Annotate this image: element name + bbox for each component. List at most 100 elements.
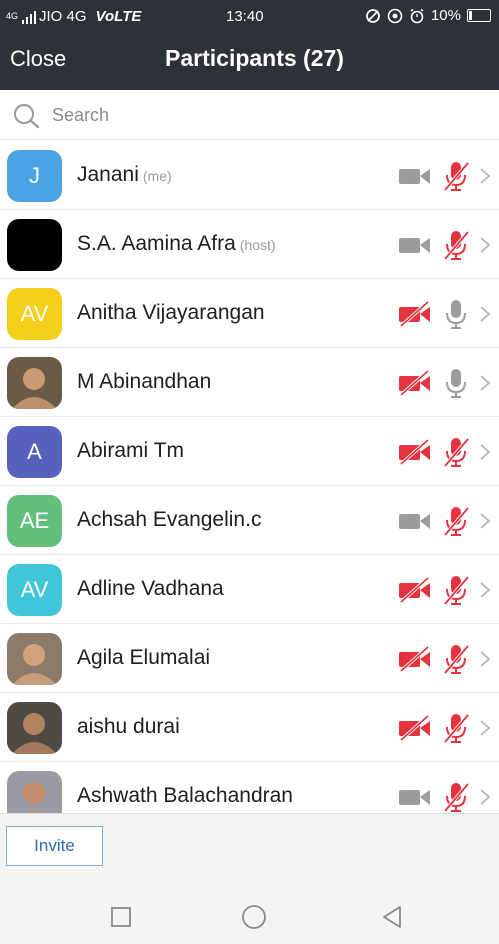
video-off-icon [399, 369, 430, 397]
participant-status-icons [397, 297, 491, 331]
participant-row[interactable]: AV Anitha Vijayarangan [0, 279, 499, 348]
participant-status-icons [397, 159, 491, 193]
participant-name-block: Ashwath Balachandran [77, 784, 293, 808]
avatar-photo [7, 771, 62, 813]
participant-name-block: Abirami Tm [77, 439, 184, 463]
participant-name-block: aishu durai [77, 715, 180, 739]
participant-name-block: Janani (me) [77, 163, 172, 187]
chevron-right-icon [480, 237, 491, 253]
video-off-icon [399, 576, 430, 604]
status-right: 10% [365, 7, 491, 24]
chevron-right-icon [480, 513, 491, 529]
invite-button[interactable]: Invite [6, 826, 103, 866]
video-off-icon [399, 645, 430, 673]
participant-name: Agila Elumalai [77, 646, 211, 669]
participant-role-tag: (me) [142, 168, 172, 184]
chevron-right-icon [480, 720, 491, 736]
search-icon [14, 104, 40, 129]
status-bar: 4G JIO 4G VoLTE 13:40 10% [0, 0, 499, 32]
participant-status-icons [397, 435, 491, 469]
avatar-initials: AE [7, 495, 62, 547]
signal-icon [22, 10, 37, 24]
avatar-initials-text: AE [19, 508, 50, 533]
participant-status-icons [397, 642, 491, 676]
avatar-initials-text: A [27, 439, 42, 464]
participant-row[interactable]: aishu durai [0, 693, 499, 762]
mic-icon [446, 369, 466, 398]
avatar-image [7, 219, 62, 271]
participant-name-block: S.A. Aamina Afra (host) [77, 232, 276, 256]
mic-muted-icon [443, 713, 470, 744]
mic-muted-icon [443, 161, 470, 192]
participant-row[interactable]: AE Achsah Evangelin.c [0, 486, 499, 555]
data-saver-icon [366, 8, 380, 23]
participant-name: Anitha Vijayarangan [77, 301, 265, 324]
alarm-icon [410, 8, 424, 23]
video-off-icon [399, 300, 430, 328]
participant-row[interactable]: AV Adline Vadhana [0, 555, 499, 624]
video-icon [399, 514, 430, 529]
header-bar: Close Participants (27) [0, 32, 499, 90]
avatar-initials-text: AV [20, 301, 49, 326]
status-left: 4G JIO 4G VoLTE [6, 8, 141, 25]
chevron-right-icon [480, 789, 491, 805]
participant-row[interactable]: Ashwath Balachandran [0, 762, 499, 813]
participant-status-icons [397, 504, 491, 538]
mic-muted-icon [443, 437, 470, 468]
participant-name: aishu durai [77, 715, 180, 738]
participant-row[interactable]: J Janani (me) [0, 141, 499, 210]
mic-muted-icon [443, 782, 470, 813]
search-input[interactable] [52, 100, 472, 130]
hotspot-icon [387, 8, 403, 23]
participant-status-icons [397, 711, 491, 745]
recent-apps-icon[interactable] [106, 902, 136, 932]
avatar-initials: J [7, 150, 62, 202]
participant-name: Janani [77, 163, 139, 186]
mic-muted-icon [443, 575, 470, 606]
avatar-initials-text: AV [20, 577, 49, 602]
mic-muted-icon [443, 506, 470, 537]
participant-name: M Abinandhan [77, 370, 212, 393]
participant-role-tag: (host) [239, 237, 276, 253]
chevron-right-icon [480, 582, 491, 598]
participant-name: S.A. Aamina Afra [77, 232, 236, 255]
chevron-right-icon [480, 444, 491, 460]
participant-status-icons [397, 780, 491, 813]
participant-list: J Janani (me) S.A. Aamina Afra (host) AV Anith… [0, 141, 499, 813]
battery-icon [467, 9, 491, 22]
avatar-initials: A [7, 426, 62, 478]
participant-row[interactable]: Agila Elumalai [0, 624, 499, 693]
participant-name: Achsah Evangelin.c [77, 508, 262, 531]
battery-percent: 10% [430, 7, 461, 24]
avatar-initials-text: J [29, 163, 40, 188]
carrier-name: JIO 4G [39, 8, 87, 25]
page-title: Participants (27) [165, 45, 344, 71]
participant-name: Ashwath Balachandran [77, 784, 293, 807]
participant-name-block: M Abinandhan [77, 370, 211, 394]
chevron-right-icon [480, 375, 491, 391]
network-type: 4G [6, 11, 19, 21]
clock: 13:40 [226, 8, 264, 25]
search-bar [0, 90, 499, 140]
mic-muted-icon [443, 644, 470, 675]
avatar-photo [7, 357, 62, 409]
video-off-icon [399, 438, 430, 466]
avatar-photo [7, 633, 62, 685]
participant-name-block: Achsah Evangelin.c [77, 508, 261, 532]
mic-icon [446, 300, 466, 329]
participant-name: Abirami Tm [77, 439, 184, 462]
participant-status-icons [397, 573, 491, 607]
avatar-photo [7, 702, 62, 754]
video-icon [399, 790, 430, 805]
chevron-right-icon [480, 651, 491, 667]
back-icon[interactable] [378, 902, 408, 932]
video-icon [399, 169, 430, 184]
footer-bar: Invite [0, 813, 499, 944]
participant-status-icons [397, 366, 491, 400]
home-icon[interactable] [239, 902, 269, 932]
participant-name-block: Adline Vadhana [77, 577, 224, 601]
participant-row[interactable]: S.A. Aamina Afra (host) [0, 210, 499, 279]
participant-row[interactable]: A Abirami Tm [0, 417, 499, 486]
participant-row[interactable]: M Abinandhan [0, 348, 499, 417]
volte-badge: VoLTE [95, 8, 142, 25]
